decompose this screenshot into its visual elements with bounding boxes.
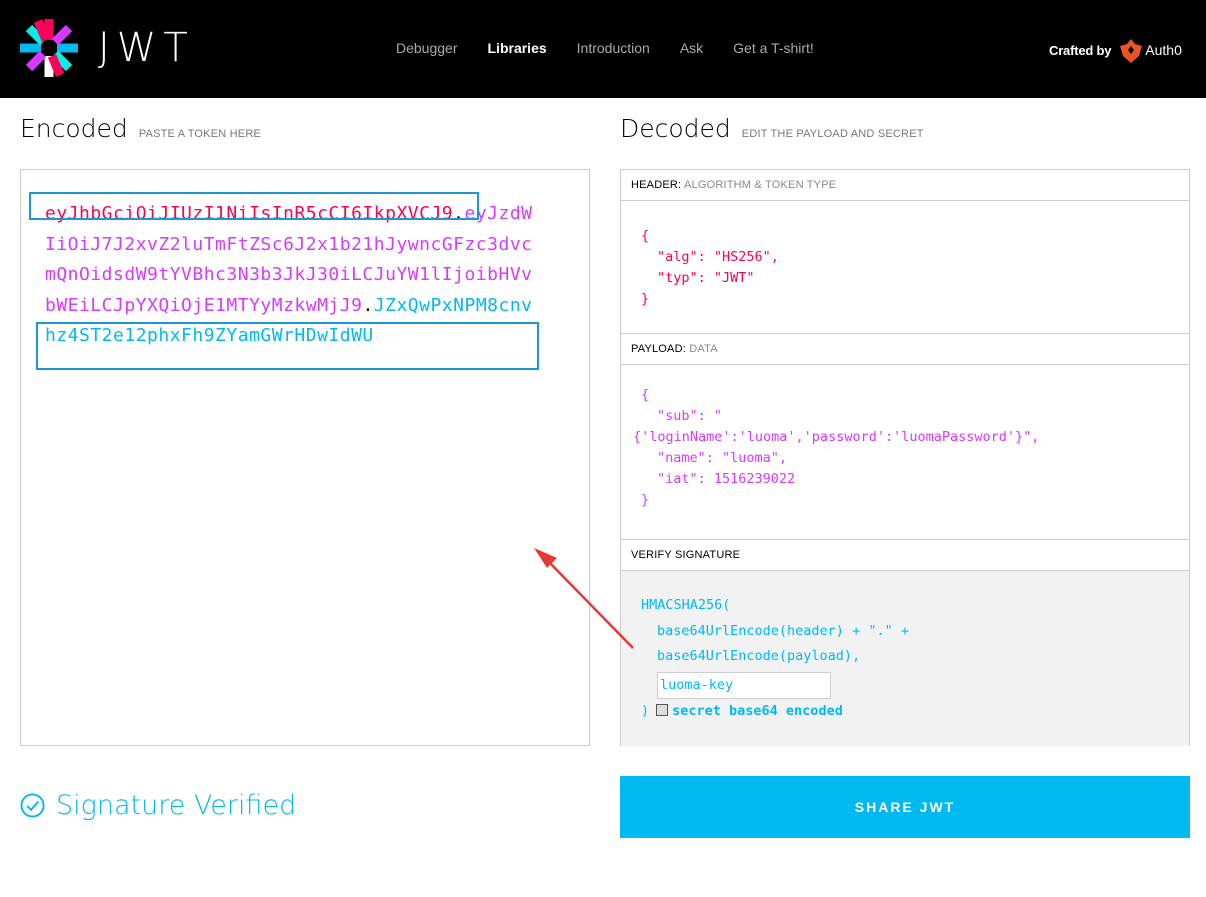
json-line: } xyxy=(641,492,650,508)
crafted-by-auth0[interactable]: Crafted by Auth0 xyxy=(1049,37,1182,63)
decoded-panel: HEADER: ALGORITHM & TOKEN TYPE { "alg": … xyxy=(620,169,1190,746)
auth0-brand: Auth0 xyxy=(1145,42,1182,58)
secret-key-input[interactable] xyxy=(657,671,831,699)
encoded-title: Encoded xyxy=(20,114,128,143)
secret-row xyxy=(641,671,1169,699)
check-circle-icon xyxy=(20,793,45,818)
sig-line-1: base64UrlEncode(header) + "." + xyxy=(657,622,909,639)
nav-tshirt[interactable]: Get a T-shirt! xyxy=(733,39,814,57)
json-line: { xyxy=(641,228,650,244)
sig-close-row: ) secret base64 encoded xyxy=(641,699,1169,725)
encoded-title-row: Encoded PASTE A TOKEN HERE xyxy=(20,114,261,143)
top-navbar: JWT Debugger Libraries Introduction Ask … xyxy=(0,0,1206,98)
json-line: "iat": 1516239022 xyxy=(657,471,796,487)
header-json-editor[interactable]: { "alg": "HS256", "typ": "JWT" } xyxy=(621,201,1189,334)
sig-fn: HMACSHA256( xyxy=(641,597,731,613)
token-dot: . xyxy=(362,294,374,316)
signature-verified-text: Signature Verified xyxy=(56,790,297,821)
payload-sublabel: DATA xyxy=(689,343,718,355)
json-line: "alg": "HS256", xyxy=(657,249,779,265)
jwt-logo-text[interactable]: JWT xyxy=(98,26,195,70)
decoded-title: Decoded xyxy=(620,114,731,143)
payload-label: PAYLOAD: xyxy=(631,343,686,355)
signature-label: VERIFY SIGNATURE xyxy=(631,549,741,561)
annotation-box-signature xyxy=(36,322,539,370)
decoded-title-row: Decoded EDIT THE PAYLOAD AND SECRET xyxy=(620,114,924,143)
nav-libraries[interactable]: Libraries xyxy=(488,39,547,57)
jwt-logo-icon[interactable] xyxy=(18,17,80,79)
signature-editor: HMACSHA256( base64UrlEncode(header) + ".… xyxy=(621,571,1189,746)
json-line: {'loginName':'luoma','password':'luomaPa… xyxy=(633,429,1040,445)
json-line: "sub": " xyxy=(657,408,723,424)
json-line: } xyxy=(641,291,650,307)
nav-ask[interactable]: Ask xyxy=(680,39,703,57)
header-section-label: HEADER: ALGORITHM & TOKEN TYPE xyxy=(621,170,1189,201)
nav-debugger[interactable]: Debugger xyxy=(396,39,458,57)
payload-section-label: PAYLOAD: DATA xyxy=(621,334,1189,365)
payload-json-editor[interactable]: { "sub": " {'loginName':'luoma','passwor… xyxy=(621,365,1189,540)
signature-section-label: VERIFY SIGNATURE xyxy=(621,540,1189,571)
signature-verified-status: Signature Verified xyxy=(20,790,296,821)
secret-base64-checkbox[interactable] xyxy=(656,703,669,716)
crafted-by-label: Crafted by xyxy=(1049,42,1112,58)
header-label: HEADER: xyxy=(631,179,682,191)
json-line: "typ": "JWT" xyxy=(657,270,755,286)
sig-close: ) xyxy=(641,702,650,719)
share-jwt-button[interactable]: SHARE JWT xyxy=(620,776,1190,838)
decoded-subtitle: EDIT THE PAYLOAD AND SECRET xyxy=(741,128,924,140)
sig-line-2: base64UrlEncode(payload), xyxy=(657,648,861,664)
nav-introduction[interactable]: Introduction xyxy=(577,39,650,57)
main-nav: Debugger Libraries Introduction Ask Get … xyxy=(396,39,844,57)
secret-base64-label[interactable]: secret base64 encoded xyxy=(672,703,843,719)
json-line: { xyxy=(641,387,650,403)
auth0-shield-icon xyxy=(1120,39,1143,63)
json-line: "name": "luoma", xyxy=(657,450,788,466)
annotation-box-header xyxy=(29,192,479,220)
encoded-token-editor[interactable]: eyJhbGciOiJIUzI1NiIsInR5cCI6IkpXVCJ9.eyJ… xyxy=(20,169,590,746)
encoded-subtitle: PASTE A TOKEN HERE xyxy=(138,128,262,140)
header-sublabel: ALGORITHM & TOKEN TYPE xyxy=(683,179,837,191)
